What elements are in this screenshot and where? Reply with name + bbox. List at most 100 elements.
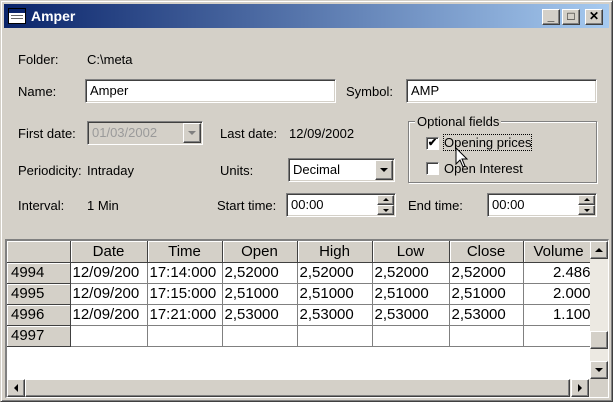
cell-close[interactable]: 2,51000 [449, 283, 524, 305]
cell-open[interactable]: 2,51000 [222, 283, 298, 305]
symbol-input[interactable]: AMP [406, 79, 597, 103]
name-input[interactable]: Amper [85, 79, 336, 103]
end-time-down-button[interactable] [578, 205, 595, 215]
check-icon: ✔ [427, 137, 438, 149]
cell-open[interactable]: 2,52000 [222, 262, 298, 284]
column-header-open[interactable]: Open [222, 241, 298, 263]
cell-open[interactable] [222, 325, 298, 347]
arrow-right-icon [578, 384, 582, 392]
end-time-up-button[interactable] [578, 195, 595, 205]
units-value: Decimal [293, 162, 340, 177]
start-time-label: Start time: [217, 198, 277, 213]
scroll-down-button[interactable] [590, 361, 608, 379]
arrow-left-icon [14, 384, 18, 392]
cell-volume[interactable]: 2.000 [523, 283, 594, 305]
window-title: Amper [31, 8, 76, 24]
cell-close[interactable]: 2,53000 [449, 304, 524, 326]
name-label: Name: [18, 84, 57, 99]
cell-close[interactable]: 2,52000 [449, 262, 524, 284]
cell-date[interactable] [70, 325, 148, 347]
periodicity-label: Periodicity: [18, 163, 82, 178]
column-header-time[interactable]: Time [147, 241, 223, 263]
vertical-scrollbar[interactable] [590, 241, 608, 379]
optional-fields-title: Optional fields [415, 114, 502, 129]
cell-date[interactable]: 12/09/200 [70, 304, 148, 326]
cell-time[interactable] [147, 325, 223, 347]
row-header[interactable]: 4994 [7, 262, 71, 284]
units-label: Units: [220, 163, 254, 178]
amper-window: Amper _ □ ✕ Folder: C:\meta Name: Amper … [0, 0, 613, 402]
first-date-dropdown-button [183, 123, 201, 143]
periodicity-value: Intraday [87, 163, 134, 178]
maximize-icon: □ [567, 9, 575, 23]
first-date-value: 01/03/2002 [92, 125, 158, 140]
chevron-down-icon [380, 168, 388, 172]
folder-value: C:\meta [87, 52, 133, 67]
cell-low[interactable]: 2,51000 [372, 283, 450, 305]
end-time-value: 00:00 [492, 197, 525, 212]
row-header[interactable]: 4996 [7, 304, 71, 326]
data-grid[interactable]: Date Time Open High Low Close Volume 499… [5, 239, 609, 398]
cell-high[interactable]: 2,52000 [297, 262, 373, 284]
start-time-value: 00:00 [291, 197, 324, 212]
close-icon: ✕ [588, 9, 600, 23]
interval-value: 1 Min [87, 198, 119, 213]
scroll-left-button[interactable] [7, 379, 25, 397]
corner-header[interactable] [7, 241, 71, 263]
cell-high[interactable]: 2,51000 [297, 283, 373, 305]
column-header-date[interactable]: Date [70, 241, 148, 263]
table-row: 4997 [7, 325, 594, 347]
start-time-up-button[interactable] [377, 195, 394, 205]
column-header-high[interactable]: High [297, 241, 373, 263]
cell-time[interactable]: 17:14:000 [147, 262, 223, 284]
cell-volume[interactable]: 1.100 [523, 304, 594, 326]
first-date-label: First date: [18, 126, 76, 141]
horizontal-scrollbar[interactable] [7, 379, 591, 397]
open-interest-checkbox[interactable] [426, 162, 439, 175]
scroll-right-button[interactable] [571, 379, 589, 397]
column-header-low[interactable]: Low [372, 241, 450, 263]
chevron-down-icon [188, 131, 196, 135]
horizontal-scroll-thumb[interactable] [25, 379, 570, 397]
scroll-up-button[interactable] [590, 241, 608, 259]
cell-time[interactable]: 17:21:000 [147, 304, 223, 326]
title-bar[interactable]: Amper _ □ ✕ [4, 4, 609, 28]
folder-label: Folder: [18, 52, 59, 67]
cell-time[interactable]: 17:15:000 [147, 283, 223, 305]
vertical-scroll-thumb[interactable] [590, 331, 608, 349]
cell-volume[interactable] [523, 325, 594, 347]
arrow-down-icon [382, 209, 389, 212]
cell-date[interactable]: 12/09/200 [70, 262, 148, 284]
arrow-down-icon [583, 209, 590, 212]
symbol-label: Symbol: [346, 84, 393, 99]
mouse-cursor-icon [455, 147, 469, 168]
cell-high[interactable]: 2,53000 [297, 304, 373, 326]
row-header[interactable]: 4997 [7, 325, 71, 347]
column-header-close[interactable]: Close [449, 241, 524, 263]
table-row: 4995 12/09/200 17:15:000 2,51000 2,51000… [7, 283, 594, 305]
cell-date[interactable]: 12/09/200 [70, 283, 148, 305]
cell-low[interactable]: 2,53000 [372, 304, 450, 326]
table-row: 4996 12/09/200 17:21:000 2,53000 2,53000… [7, 304, 594, 326]
cell-high[interactable] [297, 325, 373, 347]
cell-low[interactable] [372, 325, 450, 347]
window-table-icon [8, 8, 26, 24]
scrollbar-corner [590, 379, 608, 397]
last-date-label: Last date: [220, 126, 278, 141]
close-button[interactable]: ✕ [585, 9, 603, 25]
units-dropdown-button[interactable] [375, 160, 393, 180]
cell-close[interactable] [449, 325, 524, 347]
arrow-up-icon [595, 248, 603, 252]
minimize-button[interactable]: _ [542, 9, 560, 25]
maximize-button[interactable]: □ [562, 9, 580, 25]
column-header-volume[interactable]: Volume [523, 241, 594, 263]
end-time-label: End time: [408, 198, 463, 213]
row-header[interactable]: 4995 [7, 283, 71, 305]
table-row: 4994 12/09/200 17:14:000 2,52000 2,52000… [7, 262, 594, 284]
arrow-up-icon [382, 198, 389, 201]
cell-volume[interactable]: 2.486 [523, 262, 594, 284]
start-time-down-button[interactable] [377, 205, 394, 215]
cell-open[interactable]: 2,53000 [222, 304, 298, 326]
opening-prices-checkbox[interactable]: ✔ [426, 137, 439, 150]
cell-low[interactable]: 2,52000 [372, 262, 450, 284]
